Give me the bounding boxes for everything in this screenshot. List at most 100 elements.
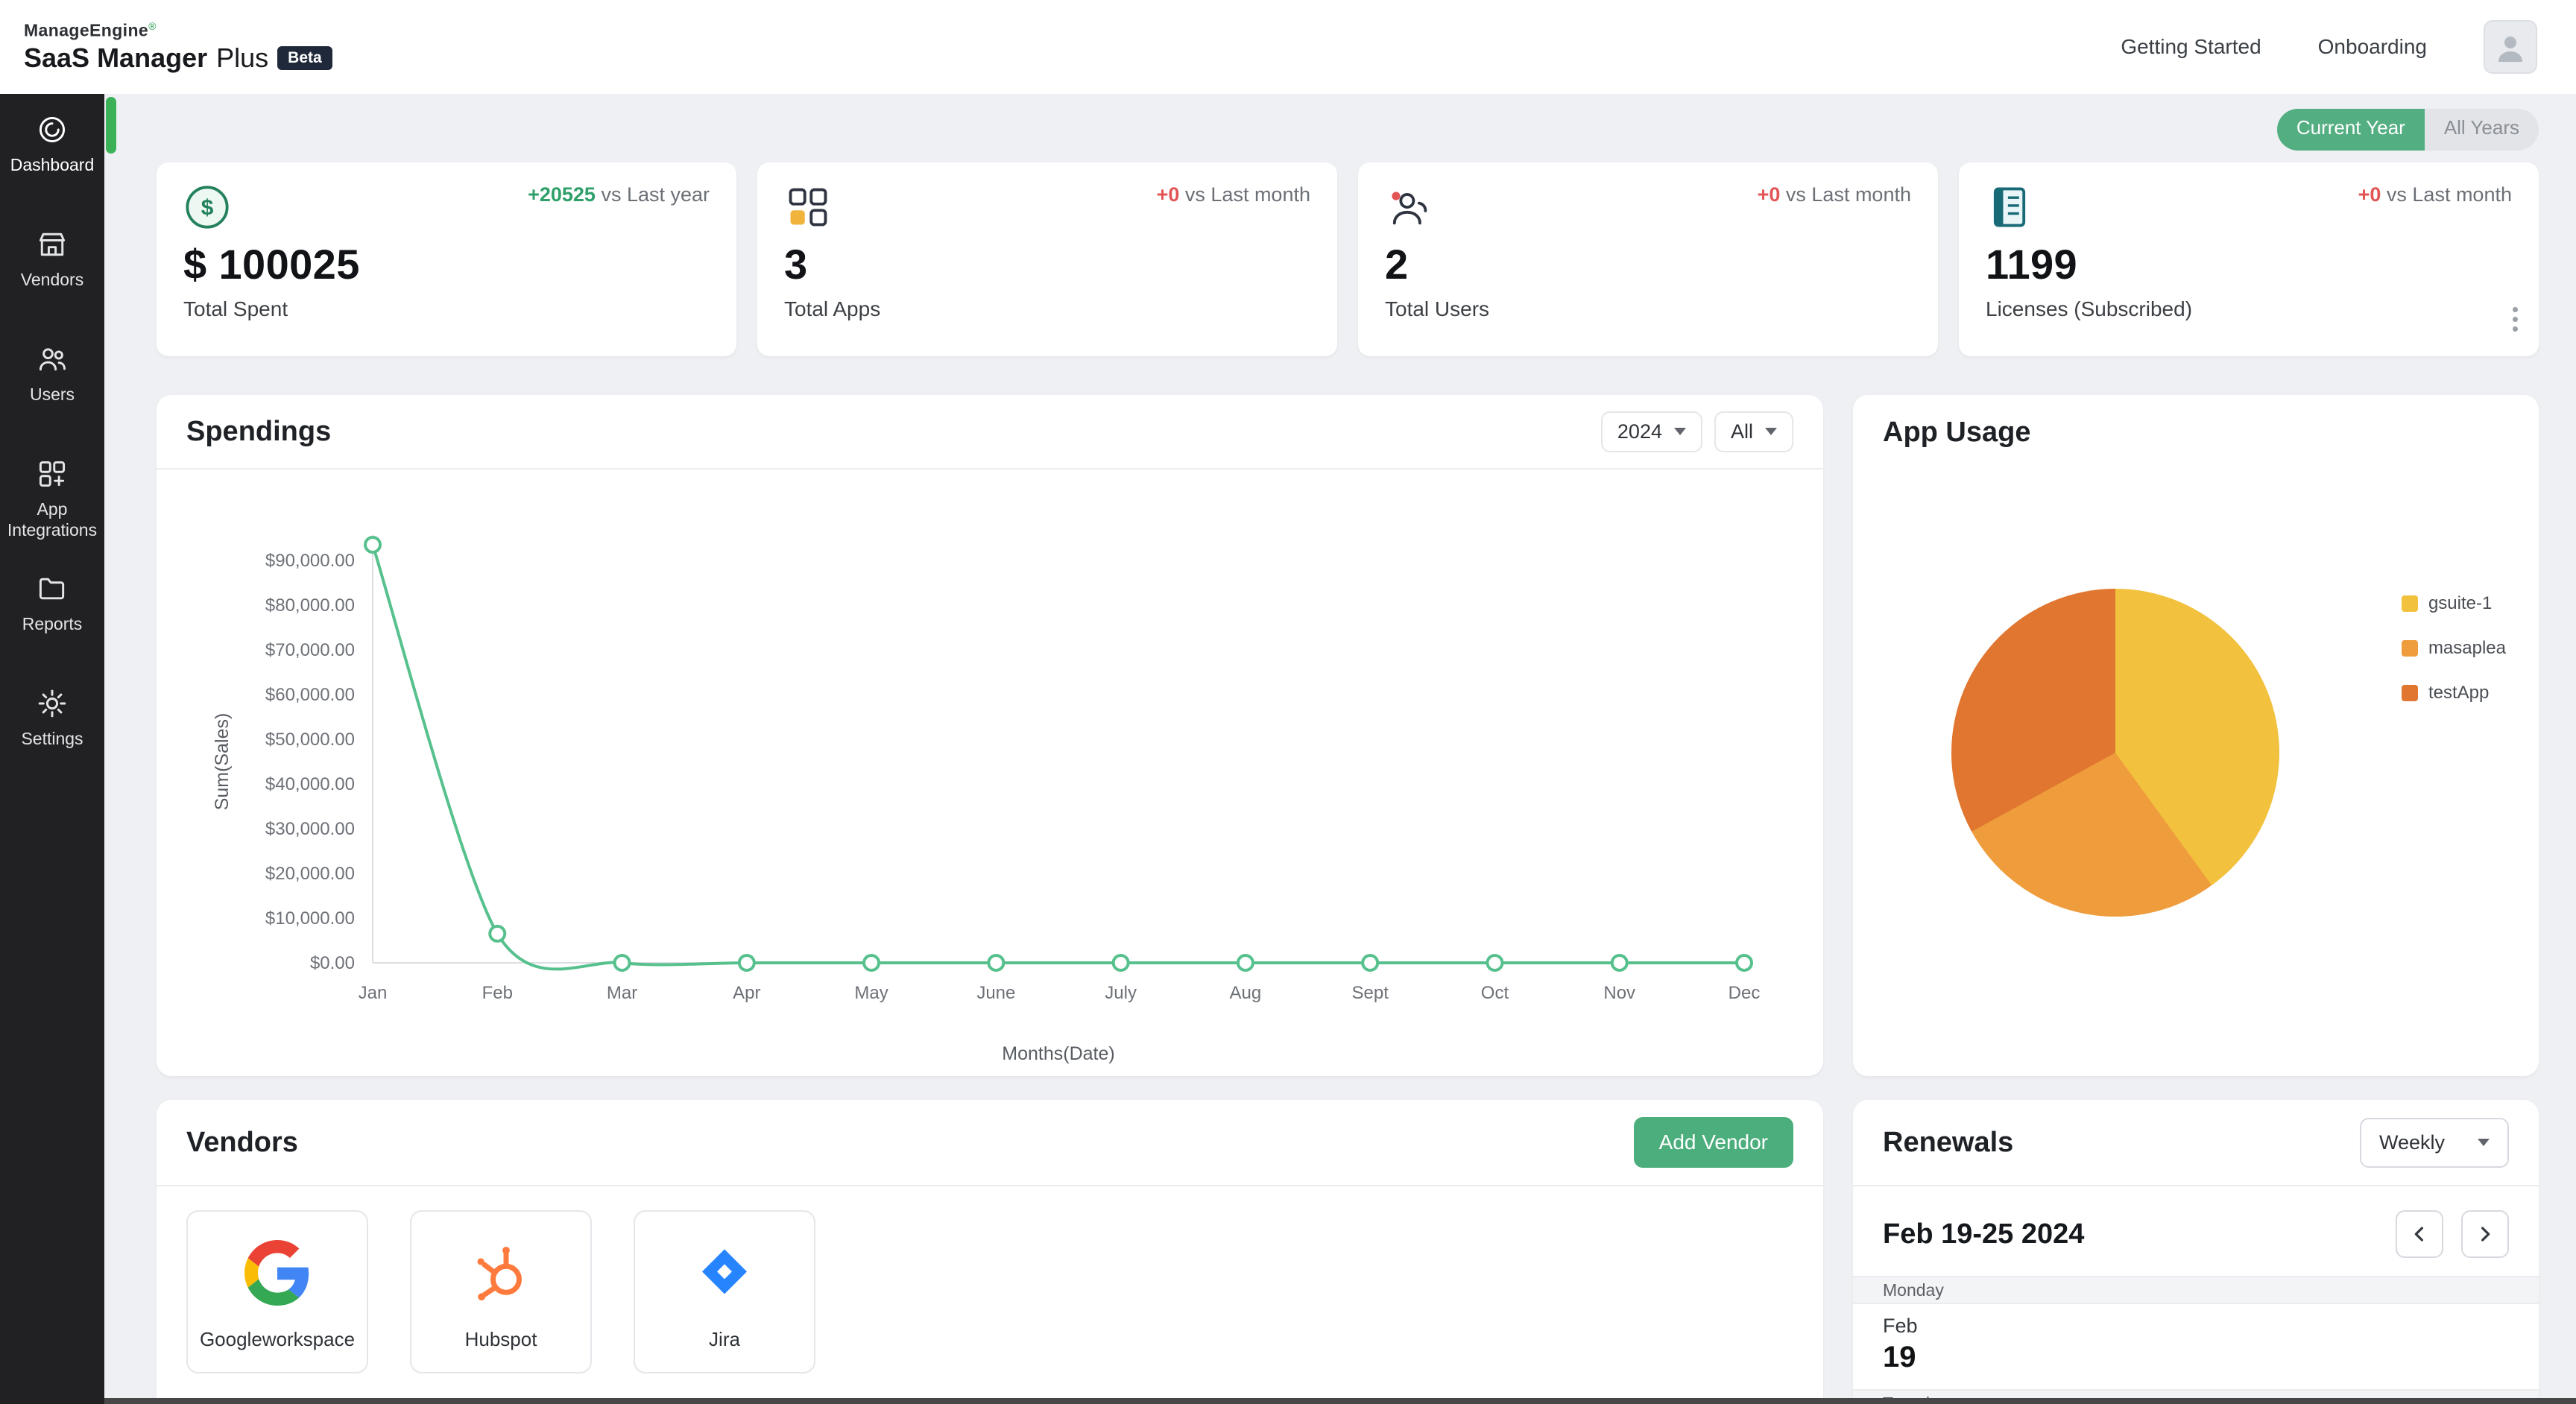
chevron-left-icon xyxy=(2414,1227,2423,1242)
year-toggle: Current Year All Years xyxy=(2276,109,2539,151)
apps-grid-icon xyxy=(789,188,827,227)
delta-note: vs Last month xyxy=(1780,183,1911,206)
sidebar-item-reports[interactable]: Reports xyxy=(0,553,104,668)
getting-started-link[interactable]: Getting Started xyxy=(2121,35,2261,59)
data-point xyxy=(987,954,1006,972)
prev-week-button[interactable] xyxy=(2396,1210,2443,1258)
bottom-row: Vendors Add Vendor Googleworkspace Hubsp… xyxy=(157,1100,2539,1404)
spendings-line-chart: $0.00 $10,000.00 $20,000.00 $30,000.00 $40,0… xyxy=(157,469,1823,1076)
google-logo-icon xyxy=(243,1239,312,1307)
x-tick-label: Nov xyxy=(1603,983,1635,1003)
user-avatar[interactable] xyxy=(2484,20,2537,74)
sidebar-item-users[interactable]: Users xyxy=(0,323,104,438)
add-vendor-button[interactable]: Add Vendor xyxy=(1633,1117,1793,1168)
current-year-button[interactable]: Current Year xyxy=(2276,109,2425,151)
x-tick-label: Jan xyxy=(359,983,388,1003)
sidebar-item-dashboard[interactable]: Dashboard xyxy=(0,94,116,209)
stat-card-licenses: +0 vs Last month 1199 Licenses (Subscrib… xyxy=(1959,162,2539,356)
kebab-menu-icon[interactable] xyxy=(2503,303,2527,335)
gear-icon xyxy=(38,689,66,718)
data-point xyxy=(1361,954,1380,972)
sidebar-item-label: Users xyxy=(29,385,75,404)
x-tick-label: July xyxy=(1105,983,1137,1003)
delta-note: vs Last month xyxy=(1179,183,1310,206)
stat-title: Total Users xyxy=(1385,297,1490,320)
storefront-icon xyxy=(39,233,66,256)
pie-legend: gsuite-1 masaplea testApp xyxy=(2401,593,2506,703)
vendor-card-jira[interactable]: Jira xyxy=(634,1210,815,1373)
person-icon xyxy=(2498,37,2522,62)
dashboard-icon xyxy=(39,116,66,143)
svg-text:$: $ xyxy=(201,196,214,221)
legend-swatch xyxy=(2401,595,2418,612)
y-tick-label: $70,000.00 xyxy=(265,640,355,660)
stat-card-total-apps: +0 vs Last month 3 Total Apps xyxy=(757,162,1337,356)
stats-row: $ +20525 vs Last year $ 100025 Total Spe… xyxy=(157,162,2539,356)
year-select[interactable]: 2024 xyxy=(1600,411,1702,452)
manageengine-logo: ManageEngine® xyxy=(24,20,157,40)
sidebar-item-label: App Integrations xyxy=(7,499,98,540)
stat-delta: +0 vs Last month xyxy=(1157,183,1310,206)
dollar-icon: $ xyxy=(186,186,229,229)
app-integrations-icon xyxy=(39,461,66,487)
stat-value: 2 xyxy=(1385,241,1409,288)
renewal-day-monday: Monday Feb 19 xyxy=(1853,1276,2539,1389)
legend-item: testApp xyxy=(2401,683,2506,703)
y-tick-label: $90,000.00 xyxy=(265,551,355,571)
stat-title: Licenses (Subscribed) xyxy=(1986,297,2193,320)
y-tick-label: $50,000.00 xyxy=(265,730,355,750)
all-years-button[interactable]: All Years xyxy=(2424,109,2539,151)
y-tick-label: $30,000.00 xyxy=(265,819,355,839)
users-stat-icon xyxy=(1392,192,1427,225)
x-tick-label: Apr xyxy=(733,983,760,1003)
stat-value: $ 100025 xyxy=(183,241,360,288)
y-tick-label: $0.00 xyxy=(310,953,355,973)
sidebar-item-label: Dashboard xyxy=(10,155,95,174)
data-point xyxy=(488,924,507,943)
legend-item: gsuite-1 xyxy=(2401,593,2506,614)
vendor-card-googleworkspace[interactable]: Googleworkspace xyxy=(186,1210,368,1373)
x-tick-label: Oct xyxy=(1481,983,1509,1003)
day-month: Feb xyxy=(1883,1315,1918,1337)
stat-card-total-spent: $ +20525 vs Last year $ 100025 Total Spe… xyxy=(157,162,736,356)
license-document-icon xyxy=(1993,187,2026,227)
next-week-button[interactable] xyxy=(2461,1210,2509,1258)
horizontal-scrollbar[interactable] xyxy=(104,1398,2576,1404)
renewals-title: Renewals xyxy=(1883,1126,2014,1158)
stat-value: 3 xyxy=(784,241,808,288)
data-point xyxy=(364,536,382,554)
y-tick-label: $80,000.00 xyxy=(265,595,355,616)
app-usage-pie-chart xyxy=(1951,589,2279,917)
x-tick-label: Dec xyxy=(1729,983,1761,1003)
data-point xyxy=(1486,954,1504,972)
year-toggle-row: Current Year All Years xyxy=(157,109,2539,151)
app-window: ManageEngine® SaaS Manager Plus Beta Get… xyxy=(0,0,2576,1404)
stat-card-total-users: +0 vs Last month 2 Total Users xyxy=(1358,162,1938,356)
delta-value: +0 xyxy=(1156,183,1180,206)
chevron-right-icon xyxy=(2481,1227,2490,1242)
vendor-card-hubspot[interactable]: Hubspot xyxy=(410,1210,592,1373)
y-tick-label: $10,000.00 xyxy=(265,908,355,929)
y-tick-label: $40,000.00 xyxy=(265,774,355,794)
hubspot-logo-icon xyxy=(467,1239,535,1307)
data-point xyxy=(1610,954,1629,972)
week-row: Feb 19-25 2024 xyxy=(1853,1186,2539,1276)
onboarding-link[interactable]: Onboarding xyxy=(2318,35,2427,59)
sidebar-item-vendors[interactable]: Vendors xyxy=(0,209,104,323)
scope-select[interactable]: All xyxy=(1714,411,1793,452)
renewals-period-select[interactable]: Weekly xyxy=(2360,1117,2509,1168)
stat-title: Total Spent xyxy=(183,297,288,320)
x-tick-label: June xyxy=(976,983,1015,1003)
x-tick-label: Aug xyxy=(1230,983,1262,1003)
folder-icon xyxy=(39,578,65,600)
sidebar-item-app-integrations[interactable]: App Integrations xyxy=(0,438,104,553)
main-content: Current Year All Years $ +20525 vs Last … xyxy=(104,94,2576,1404)
product-name: SaaS Manager xyxy=(24,42,208,73)
data-point xyxy=(1111,954,1130,972)
delta-note: vs Last year xyxy=(595,183,710,206)
data-point xyxy=(862,954,881,972)
day-number: 19 xyxy=(1883,1341,1916,1373)
stat-delta: +0 vs Last month xyxy=(1758,183,1911,206)
legend-item: masaplea xyxy=(2401,638,2506,659)
sidebar-item-settings[interactable]: Settings xyxy=(0,668,104,782)
